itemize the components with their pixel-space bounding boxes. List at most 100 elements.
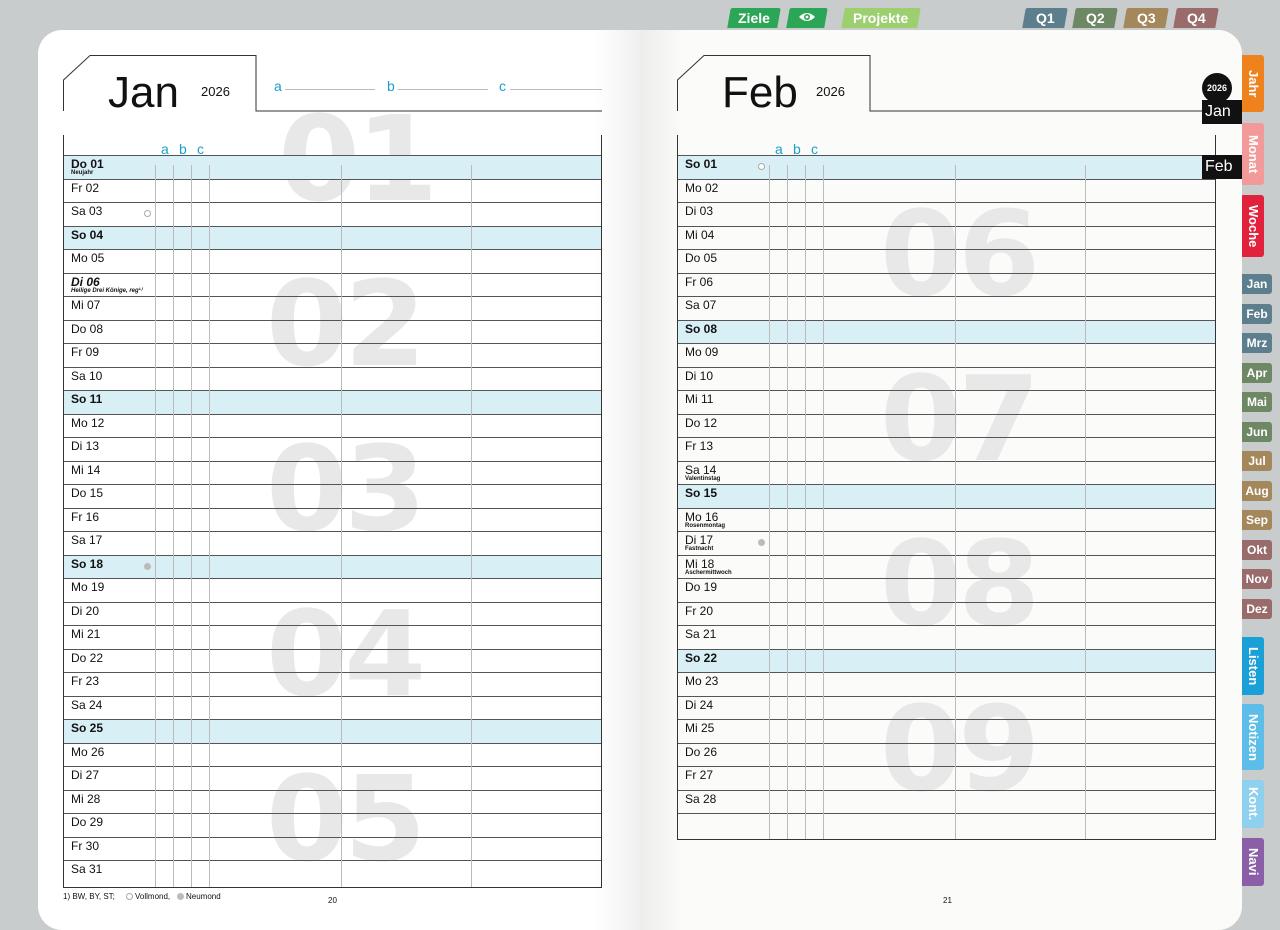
tab-q3[interactable]: Q3 bbox=[1123, 8, 1169, 28]
tab-q4[interactable]: Q4 bbox=[1173, 8, 1219, 28]
day-row[interactable]: Fr 27 bbox=[678, 766, 1215, 790]
tab-view[interactable] bbox=[786, 8, 828, 28]
day-row[interactable]: So 08 bbox=[678, 319, 1215, 343]
day-row[interactable]: Sa 14 Valentinstag bbox=[678, 460, 1215, 485]
side-tab-navi[interactable]: Navi bbox=[1242, 838, 1264, 886]
side-tab-month-apr[interactable]: Apr bbox=[1242, 362, 1272, 383]
day-row[interactable]: Mi 25 bbox=[678, 719, 1215, 743]
day-row[interactable]: Mi 11 bbox=[678, 390, 1215, 414]
day-row[interactable]: Fr 06 bbox=[678, 272, 1215, 297]
day-row[interactable]: Mi 21 bbox=[64, 625, 601, 649]
day-row[interactable]: Fr 02 bbox=[64, 178, 601, 203]
day-row[interactable]: So 22 bbox=[678, 648, 1215, 672]
day-label: Di 03 bbox=[685, 204, 713, 218]
day-row[interactable]: Do 22 bbox=[64, 648, 601, 673]
side-tab-month-nov[interactable]: Nov bbox=[1242, 569, 1272, 589]
day-row[interactable]: Mo 12 bbox=[64, 413, 601, 438]
day-label-text: Mo 16 bbox=[685, 509, 719, 524]
day-row[interactable]: So 04 bbox=[64, 225, 601, 249]
day-label: Mo 05 bbox=[71, 251, 104, 265]
day-row[interactable]: Mo 02 bbox=[678, 178, 1215, 203]
day-label: Mi 11 bbox=[685, 392, 713, 406]
side-tab-month-sep[interactable]: Sep bbox=[1242, 510, 1272, 530]
day-row[interactable]: Mo 26 bbox=[64, 742, 601, 767]
day-row[interactable]: Do 05 bbox=[678, 249, 1215, 273]
day-row[interactable]: Di 10 bbox=[678, 366, 1215, 391]
side-tab-month-jan[interactable]: Jan bbox=[1242, 274, 1272, 294]
day-row[interactable]: Di 13 bbox=[64, 437, 601, 461]
day-row[interactable]: Fr 20 bbox=[678, 601, 1215, 626]
day-row[interactable]: Do 26 bbox=[678, 742, 1215, 767]
day-label: Di 20 bbox=[71, 604, 99, 618]
day-row[interactable]: Mo 19 bbox=[64, 578, 601, 602]
day-row[interactable]: Mi 04 bbox=[678, 225, 1215, 250]
day-row[interactable]: Do 29 bbox=[64, 813, 601, 837]
day-row[interactable]: Fr 13 bbox=[678, 437, 1215, 461]
day-row[interactable]: Di 27 bbox=[64, 766, 601, 790]
day-row[interactable]: Di 17 Fastnacht bbox=[678, 531, 1215, 555]
day-label: Di 06 Heilige Drei Könige, reg¹⁾ bbox=[71, 275, 142, 294]
day-row[interactable]: Mo 16 Rosenmontag bbox=[678, 507, 1215, 532]
day-label-text: Fr 23 bbox=[71, 674, 100, 688]
side-tab-listen[interactable]: Listen bbox=[1242, 637, 1264, 695]
side-tab-month-aug[interactable]: Aug bbox=[1242, 480, 1272, 501]
day-row[interactable]: Sa 24 bbox=[64, 695, 601, 720]
side-tab-month-okt[interactable]: Okt bbox=[1242, 539, 1272, 560]
day-row[interactable]: Mo 23 bbox=[678, 672, 1215, 696]
side-tab-month-jun[interactable]: Jun bbox=[1242, 421, 1272, 442]
day-row[interactable]: Do 01 Neujahr bbox=[64, 155, 601, 179]
side-tab-monat[interactable]: Monat bbox=[1242, 123, 1264, 185]
tab-q1-label: Q1 bbox=[1035, 10, 1055, 26]
nav-active-feb[interactable]: Feb bbox=[1202, 155, 1242, 179]
day-row[interactable]: Mi 28 bbox=[64, 789, 601, 814]
day-row[interactable]: Mi 14 bbox=[64, 460, 601, 485]
tab-ziele[interactable]: Ziele bbox=[727, 8, 781, 28]
side-tab-jahr[interactable]: Jahr bbox=[1242, 55, 1264, 112]
day-row[interactable]: So 25 bbox=[64, 719, 601, 743]
day-row[interactable]: Mi 18 Aschermittwoch bbox=[678, 554, 1215, 579]
side-tab-kontakte[interactable]: Kont. bbox=[1242, 780, 1264, 828]
tab-projekte[interactable]: Projekte bbox=[841, 8, 921, 28]
side-tab-month-mrz[interactable]: Mrz bbox=[1242, 333, 1272, 353]
day-row[interactable]: So 11 bbox=[64, 390, 601, 414]
day-label-text: Fr 13 bbox=[685, 439, 714, 453]
day-row[interactable]: Mo 05 bbox=[64, 249, 601, 273]
day-row[interactable]: Di 03 bbox=[678, 202, 1215, 226]
tab-q1[interactable]: Q1 bbox=[1022, 8, 1068, 28]
day-row[interactable]: Di 06 Heilige Drei Könige, reg¹⁾ bbox=[64, 272, 601, 297]
day-row[interactable]: Mo 09 bbox=[678, 343, 1215, 367]
day-row[interactable]: Fr 23 bbox=[64, 672, 601, 696]
day-row[interactable]: Di 24 bbox=[678, 695, 1215, 720]
day-row[interactable]: Sa 10 bbox=[64, 366, 601, 391]
day-row[interactable]: Fr 16 bbox=[64, 507, 601, 532]
day-row[interactable]: Do 12 bbox=[678, 413, 1215, 438]
side-tab-notizen[interactable]: Notizen bbox=[1242, 704, 1264, 770]
side-tab-month-mai[interactable]: Mai bbox=[1242, 392, 1272, 412]
day-row[interactable]: Sa 21 bbox=[678, 625, 1215, 649]
side-tab-month-dez[interactable]: Dez bbox=[1242, 598, 1272, 619]
day-row[interactable]: Do 08 bbox=[64, 319, 601, 344]
day-row[interactable]: So 01 bbox=[678, 155, 1215, 179]
year-badge[interactable]: 2026 bbox=[1202, 73, 1232, 103]
day-row[interactable]: Sa 31 bbox=[64, 860, 601, 884]
day-row[interactable]: So 18 bbox=[64, 554, 601, 578]
day-row[interactable]: Sa 03 bbox=[64, 202, 601, 226]
day-row[interactable]: Do 15 bbox=[64, 484, 601, 508]
day-row[interactable]: Di 20 bbox=[64, 601, 601, 626]
tab-q2[interactable]: Q2 bbox=[1072, 8, 1118, 28]
day-row[interactable]: Fr 09 bbox=[64, 343, 601, 367]
abc-line-c[interactable] bbox=[510, 89, 602, 90]
day-row[interactable] bbox=[678, 813, 1215, 837]
day-row[interactable]: Mi 07 bbox=[64, 296, 601, 320]
day-row[interactable]: Sa 28 bbox=[678, 789, 1215, 814]
day-row[interactable]: Do 19 bbox=[678, 578, 1215, 602]
day-row[interactable]: Sa 07 bbox=[678, 296, 1215, 320]
side-tab-month-feb[interactable]: Feb bbox=[1242, 303, 1272, 324]
side-tab-woche[interactable]: Woche bbox=[1242, 195, 1264, 257]
day-label-text: Di 03 bbox=[685, 204, 714, 218]
side-tab-month-jul[interactable]: Jul bbox=[1242, 451, 1272, 471]
day-row[interactable]: So 15 bbox=[678, 484, 1215, 508]
day-row[interactable]: Sa 17 bbox=[64, 531, 601, 555]
day-row[interactable]: Fr 30 bbox=[64, 836, 601, 861]
nav-active-jan[interactable]: Jan bbox=[1202, 100, 1242, 124]
